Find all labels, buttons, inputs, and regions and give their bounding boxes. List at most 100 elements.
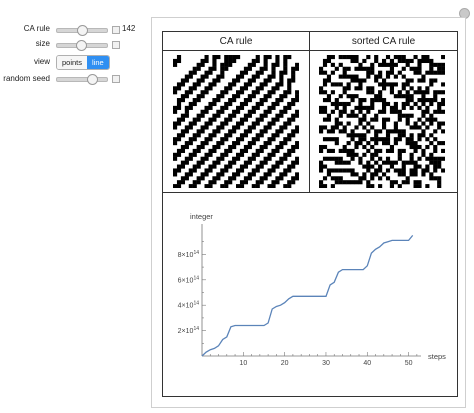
sorted-ca-cell	[437, 62, 442, 67]
ca-cell	[208, 148, 213, 153]
ca-cell	[220, 94, 225, 99]
ca-cell	[176, 86, 182, 91]
ca-cell	[188, 184, 193, 188]
sorted-ca-cell	[417, 184, 422, 188]
view-points-button[interactable]: points	[57, 56, 88, 69]
sorted-ca-cell	[413, 121, 418, 126]
sorted-ca-cell	[354, 180, 359, 185]
sorted-ca-cell	[382, 160, 387, 165]
sorted-ca-cell	[425, 55, 430, 60]
ca-cell	[291, 74, 296, 79]
size-slider-thumb[interactable]	[76, 40, 87, 51]
sorted-ca-cell	[334, 121, 339, 126]
ca-cell	[176, 121, 182, 126]
sorted-ca-cell	[413, 141, 418, 146]
random-seed-expand-button[interactable]	[112, 75, 120, 83]
ca-cell	[271, 121, 276, 126]
ca-cell	[236, 156, 241, 161]
ca-cell	[243, 98, 249, 103]
sorted-ca-cell	[405, 113, 410, 118]
ca-cell	[220, 125, 225, 130]
ca-cell	[295, 62, 299, 67]
sorted-ca-cell	[385, 82, 391, 87]
sorted-ca-cell	[370, 184, 375, 188]
ca-cell	[283, 62, 288, 67]
sorted-ca-cell	[433, 90, 438, 95]
ca-cell	[192, 137, 197, 142]
sorted-ca-cell	[437, 90, 442, 95]
ca-cell	[208, 101, 213, 107]
ca-cell	[212, 164, 217, 169]
ca-cell	[279, 125, 284, 130]
ca-cell	[271, 62, 276, 67]
random-seed-slider[interactable]	[56, 77, 108, 82]
ca-cell	[263, 156, 268, 161]
sorted-ca-cell	[405, 94, 410, 99]
ca-cell	[224, 168, 229, 173]
ca-cell	[247, 62, 252, 67]
ca-cell	[200, 156, 205, 161]
sorted-ca-cell	[385, 101, 391, 107]
ca-cell	[295, 113, 299, 118]
sorted-ca-cell	[374, 148, 379, 153]
ca-cell	[224, 55, 229, 60]
view-line-button[interactable]: line	[87, 56, 109, 69]
sorted-ca-cell	[326, 117, 332, 122]
sorted-ca-cell	[397, 152, 402, 157]
sorted-ca-cell	[417, 62, 422, 67]
ca-cell	[212, 133, 217, 138]
ca-cell	[239, 164, 245, 169]
sorted-ca-cell	[441, 109, 445, 114]
size-expand-button[interactable]	[112, 41, 120, 49]
ca-cell	[239, 105, 245, 110]
sorted-ca-cell	[322, 109, 328, 114]
ca-cell	[255, 152, 260, 157]
ca-cell	[192, 180, 197, 185]
ca-cell	[228, 113, 233, 118]
sorted-ca-cell	[429, 152, 434, 157]
sorted-ca-cell	[330, 101, 335, 107]
ca-cell	[184, 176, 189, 181]
ca-cell	[216, 74, 221, 79]
sorted-ca-cell	[322, 90, 328, 95]
sorted-ca-cell	[382, 82, 387, 87]
sorted-ca-cell	[319, 105, 324, 110]
sorted-ca-cell	[342, 101, 347, 107]
ca-rule-expand-button[interactable]	[112, 26, 120, 34]
sorted-ca-cell	[350, 55, 355, 60]
sorted-ca-cell	[429, 70, 434, 75]
ca-rule-slider-thumb[interactable]	[77, 25, 88, 36]
ca-cell	[243, 180, 249, 185]
ca-cell	[295, 160, 299, 165]
sorted-ca-cell	[338, 74, 343, 79]
ca-cell	[263, 62, 268, 67]
ca-rule-label: CA rule	[23, 24, 50, 33]
y-axis-label: integer	[190, 212, 213, 221]
ca-cell	[287, 184, 292, 188]
ca-cell	[263, 144, 268, 150]
ca-cell	[236, 74, 241, 79]
sorted-ca-cell	[382, 62, 387, 67]
sorted-ca-cell	[322, 176, 328, 181]
sorted-ca-cell	[362, 172, 367, 177]
grid-divider-middle	[163, 192, 457, 193]
ca-cell	[232, 141, 237, 146]
ca-cell	[279, 78, 284, 83]
sorted-ca-cell	[409, 125, 414, 130]
sorted-ca-cell	[354, 144, 359, 150]
ca-cell	[275, 129, 280, 134]
sorted-ca-cell	[358, 137, 363, 142]
sorted-ca-cell	[374, 78, 379, 83]
ca-cell	[243, 144, 249, 150]
sorted-ca-cell	[358, 101, 363, 107]
sorted-ca-cell	[425, 70, 430, 75]
random-seed-slider-thumb[interactable]	[87, 74, 98, 85]
sorted-ca-cell	[338, 94, 343, 99]
sorted-ca-cell	[346, 113, 351, 118]
sorted-ca-cell	[437, 164, 442, 169]
ca-cell	[263, 98, 268, 103]
ca-cell	[236, 125, 241, 130]
ca-cell	[271, 74, 276, 79]
ca-cell	[224, 180, 229, 185]
sorted-ca-cell	[437, 121, 442, 126]
